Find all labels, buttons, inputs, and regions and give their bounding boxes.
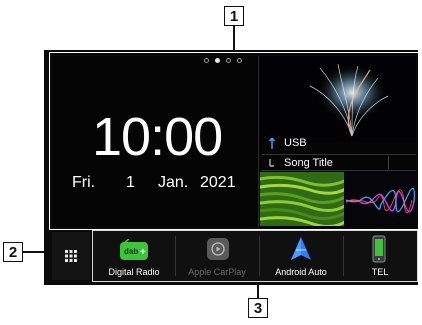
dock-label-digital-radio: Digital Radio (108, 267, 160, 277)
page-indicator[interactable] (204, 58, 242, 63)
clock-year: 2021 (200, 174, 236, 191)
dab-plus-icon: dab + (120, 239, 148, 260)
album-art[interactable] (260, 56, 416, 142)
page-dot[interactable] (226, 58, 231, 63)
dock-item-android-auto[interactable]: Android Auto (260, 232, 342, 280)
svg-text:+: + (140, 247, 146, 258)
callout-3: 3 (248, 298, 268, 318)
waveform-thumbnail[interactable] (344, 172, 416, 226)
callout-1-label: 1 (229, 7, 239, 25)
clock-month: Jan. (158, 174, 189, 191)
page-dot-active[interactable] (215, 58, 220, 63)
music-note-icon (269, 158, 274, 167)
media-source-row[interactable]: USB (268, 137, 307, 149)
callout-2-label: 2 (8, 243, 18, 261)
usb-icon (268, 137, 276, 149)
app-menu-button[interactable] (52, 232, 90, 280)
song-title: Song Title (284, 156, 333, 169)
waveform-icon (345, 187, 415, 214)
panel-divider (258, 56, 259, 227)
grid-menu-icon (65, 250, 77, 262)
dock-item-apple-carplay[interactable]: Apple CarPlay (176, 232, 258, 280)
android-auto-icon (291, 237, 311, 260)
feather-art-icon (308, 63, 389, 137)
song-row-separator (388, 156, 389, 169)
callout-1-leader (233, 26, 235, 50)
dock-label-apple-carplay: Apple CarPlay (188, 267, 246, 277)
callout-2: 2 (3, 242, 23, 262)
page-dot[interactable] (237, 58, 242, 63)
clock-time: 10:00 (92, 107, 223, 167)
dock-label-android-auto: Android Auto (275, 267, 327, 277)
media-source-label: USB (284, 137, 307, 149)
rice-terrace-thumbnail[interactable] (260, 172, 344, 226)
callout-3-label: 3 (253, 299, 263, 317)
dock-label-tel: TEL (371, 267, 389, 277)
phone-icon (372, 235, 386, 263)
clock-day: Fri. (72, 174, 96, 191)
clock-date: 1 (126, 174, 135, 191)
callout-1: 1 (224, 6, 244, 26)
page-dot[interactable] (204, 58, 209, 63)
carplay-icon (207, 238, 229, 260)
svg-text:dab: dab (124, 247, 138, 256)
dock-item-tel[interactable]: TEL (344, 232, 416, 280)
song-title-row[interactable]: Song Title (262, 154, 416, 171)
landscape-image-icon (260, 172, 344, 226)
dock-item-digital-radio[interactable]: dab + Digital Radio (94, 232, 174, 280)
